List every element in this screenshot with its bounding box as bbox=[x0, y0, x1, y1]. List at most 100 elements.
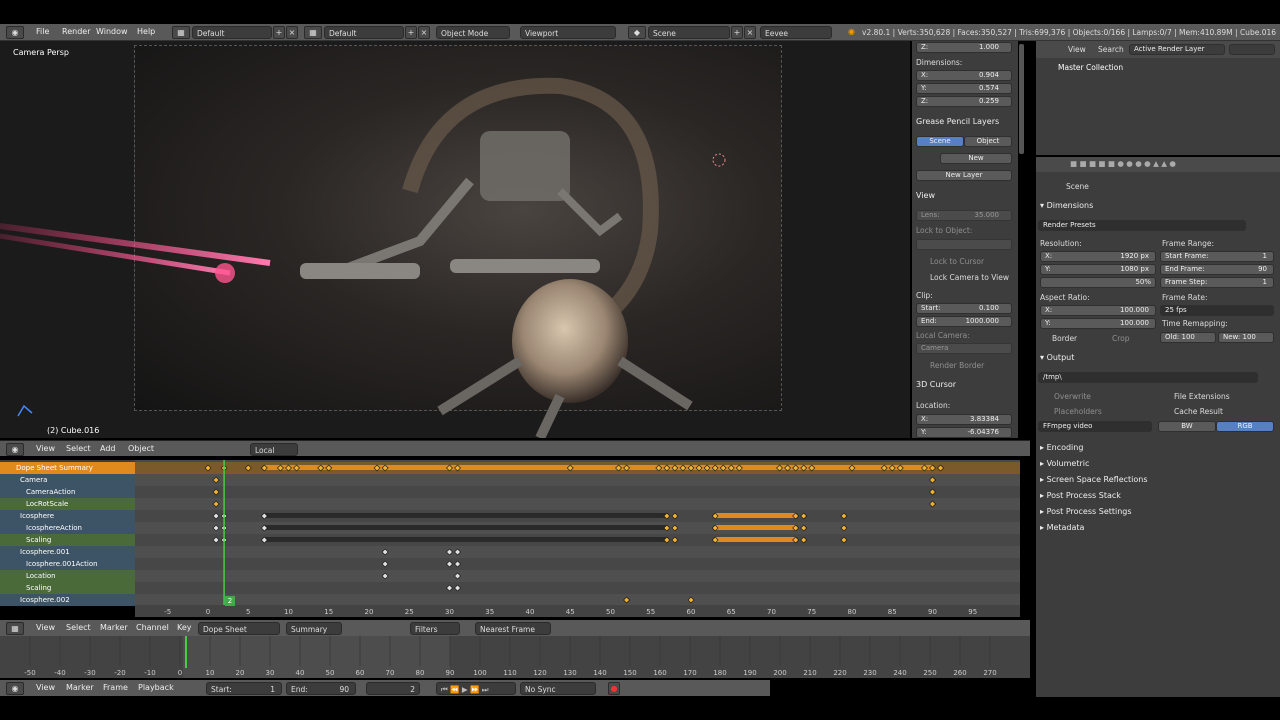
viewport-add-menu[interactable]: Add bbox=[100, 444, 116, 453]
scene-tab-button[interactable]: Scene bbox=[916, 136, 964, 147]
timeline-editor-icon[interactable]: ◉ bbox=[6, 682, 24, 695]
filters-button[interactable]: Filters bbox=[410, 622, 460, 635]
channel-row[interactable]: CameraAction bbox=[0, 486, 135, 498]
keyframe-canvas[interactable] bbox=[135, 460, 1020, 606]
current-frame-indicator[interactable]: 2 bbox=[225, 596, 235, 606]
tl-marker-menu[interactable]: Marker bbox=[66, 683, 94, 692]
lock-camera-checkbox[interactable]: Lock Camera to View bbox=[930, 273, 1018, 282]
tl-view-menu[interactable]: View bbox=[36, 683, 55, 692]
menu-window[interactable]: Window bbox=[96, 27, 128, 36]
output-section[interactable]: ▾ Output bbox=[1036, 351, 1280, 365]
cursor-x-field[interactable]: X: 3.83384 bbox=[916, 414, 1012, 425]
dim-z-field[interactable]: Z: 0.259 bbox=[916, 96, 1012, 107]
dim-x-field[interactable]: X: 0.904 bbox=[916, 70, 1012, 81]
mode-selector[interactable]: Object Mode bbox=[436, 26, 510, 39]
dim-y-field[interactable]: Y: 0.574 bbox=[916, 83, 1012, 94]
viewport-selector[interactable]: Viewport bbox=[520, 26, 616, 39]
ssr-section[interactable]: ▸ Screen Space Reflections bbox=[1036, 473, 1280, 487]
viewport-editor-icon[interactable]: ◉ bbox=[6, 443, 24, 456]
ds-channel-menu[interactable]: Channel bbox=[136, 623, 169, 632]
add-scene-icon[interactable]: + bbox=[731, 26, 743, 39]
3d-cursor-title[interactable]: 3D Cursor bbox=[916, 380, 956, 389]
fps-selector[interactable]: 25 fps bbox=[1160, 305, 1274, 316]
screen-selector[interactable]: Default bbox=[192, 26, 272, 39]
channel-row[interactable]: Dope Sheet Summary bbox=[0, 462, 135, 474]
timeline[interactable]: -50 -40 -30 -20 -10 0 10 20 30 40 50 60 70 80 90 100 110… bbox=[0, 636, 1030, 678]
start-frame-input[interactable]: Start: 1 bbox=[206, 682, 282, 695]
volumetric-section[interactable]: ▸ Volumetric bbox=[1036, 457, 1280, 471]
encoding-section[interactable]: ▸ Encoding bbox=[1036, 441, 1280, 455]
viewport-object-menu[interactable]: Object bbox=[128, 444, 154, 453]
dopesheet-editor-icon[interactable]: ▦ bbox=[6, 622, 24, 635]
editor-type-icon[interactable]: ◉ bbox=[6, 26, 24, 39]
sidebar-scrollbar[interactable] bbox=[1019, 44, 1024, 154]
tl-frame-menu[interactable]: Frame bbox=[103, 683, 128, 692]
dimensions-section[interactable]: ▾ Dimensions bbox=[1036, 199, 1280, 213]
sync-mode-selector[interactable]: No Sync bbox=[520, 682, 596, 695]
dope-sheet-keyframes[interactable] bbox=[135, 460, 1020, 606]
file-format-selector[interactable]: FFmpeg video bbox=[1038, 421, 1152, 432]
lock-cursor-checkbox[interactable]: Lock to Cursor bbox=[930, 257, 1018, 266]
menu-file[interactable]: File bbox=[36, 27, 49, 36]
channel-row[interactable]: Scaling bbox=[0, 534, 135, 546]
start-frame-field[interactable]: Start Frame: 1 bbox=[1160, 251, 1274, 262]
current-frame-input[interactable]: 2 bbox=[366, 682, 420, 695]
placeholders-checkbox[interactable]: Placeholders bbox=[1054, 407, 1102, 416]
view-panel-title[interactable]: View bbox=[916, 191, 935, 200]
snap-mode-selector[interactable]: Nearest Frame bbox=[475, 622, 551, 635]
channel-row[interactable]: Icosphere.002 bbox=[0, 594, 135, 606]
metadata-section[interactable]: ▸ Metadata bbox=[1036, 521, 1280, 535]
close-layout-icon[interactable]: × bbox=[418, 26, 430, 39]
menu-render[interactable]: Render bbox=[62, 27, 90, 36]
rgb-button[interactable]: RGB bbox=[1216, 421, 1274, 432]
border-checkbox[interactable]: Border bbox=[1052, 334, 1077, 343]
res-y-field[interactable]: Y: 1080 px bbox=[1040, 264, 1156, 275]
display-mode-selector[interactable]: Active Render Layer bbox=[1129, 44, 1225, 55]
aspect-x-field[interactable]: X: 100.000 bbox=[1040, 305, 1156, 316]
viewport-view-menu[interactable]: View bbox=[36, 444, 55, 453]
tl-playback-menu[interactable]: Playback bbox=[138, 683, 174, 692]
outliner-search-menu[interactable]: Search bbox=[1098, 45, 1124, 54]
lock-object-field[interactable] bbox=[916, 239, 1012, 250]
lens-field[interactable]: Lens: 35.000 bbox=[916, 210, 1012, 221]
viewport-select-menu[interactable]: Select bbox=[66, 444, 91, 453]
remap-new-field[interactable]: New: 100 bbox=[1218, 332, 1274, 343]
ds-mode-selector[interactable]: Dope Sheet bbox=[198, 622, 280, 635]
engine-selector[interactable]: Eevee bbox=[760, 26, 832, 39]
channel-row[interactable]: Icosphere bbox=[0, 510, 135, 522]
channel-row[interactable]: LocRotScale bbox=[0, 498, 135, 510]
playback-controls[interactable]: ⏮ ⏪ ▶ ⏩ ⏭ bbox=[436, 682, 516, 695]
remap-old-field[interactable]: Old: 100 bbox=[1160, 332, 1216, 343]
object-tab-button[interactable]: Object bbox=[964, 136, 1012, 147]
transform-orientation-selector[interactable]: Local bbox=[250, 443, 298, 456]
close-screen-icon[interactable]: × bbox=[286, 26, 298, 39]
outliner-search-input[interactable] bbox=[1229, 44, 1275, 55]
output-path-field[interactable]: /tmp\ bbox=[1038, 372, 1258, 383]
ds-key-menu[interactable]: Key bbox=[177, 623, 192, 632]
aspect-y-field[interactable]: Y: 100.000 bbox=[1040, 318, 1156, 329]
properties-tab-icons[interactable]: ■ ■ ■ ■ ■ ● ● ● ● ▲ ▲ ● bbox=[1070, 159, 1176, 168]
clip-start-field[interactable]: Start: 0.100 bbox=[916, 303, 1012, 314]
bw-button[interactable]: BW bbox=[1158, 421, 1216, 432]
local-camera-field[interactable]: Camera bbox=[916, 343, 1012, 354]
crop-checkbox[interactable]: Crop bbox=[1112, 334, 1130, 343]
screen-icon[interactable]: ▦ bbox=[172, 26, 190, 39]
render-presets-selector[interactable]: Render Presets bbox=[1038, 220, 1246, 231]
post-process-stack-section[interactable]: ▸ Post Process Stack bbox=[1036, 489, 1280, 503]
end-frame-field[interactable]: End Frame: 90 bbox=[1160, 264, 1274, 275]
channel-row[interactable]: Camera bbox=[0, 474, 135, 486]
overwrite-checkbox[interactable]: Overwrite bbox=[1054, 392, 1091, 401]
new-gp-button[interactable]: New bbox=[940, 153, 1012, 164]
channel-row[interactable]: Scaling bbox=[0, 582, 135, 594]
render-border-checkbox[interactable]: Render Border bbox=[930, 361, 1018, 370]
layout-icon[interactable]: ▦ bbox=[304, 26, 322, 39]
layout-selector[interactable]: Default bbox=[324, 26, 404, 39]
master-collection-item[interactable]: Master Collection bbox=[1058, 63, 1123, 72]
ds-select-menu[interactable]: Select bbox=[66, 623, 91, 632]
add-screen-icon[interactable]: + bbox=[273, 26, 285, 39]
3d-viewport[interactable]: Camera Persp (2) Cube.016 bbox=[0, 41, 910, 438]
channel-row[interactable]: Location bbox=[0, 570, 135, 582]
dope-sheet-ruler[interactable]: -5 0 5 10 15 20 25 30 35 40 45 50 55 60 65 70 75 80 85 90 95 bbox=[135, 605, 1020, 617]
add-layout-icon[interactable]: + bbox=[405, 26, 417, 39]
res-x-field[interactable]: X: 1920 px bbox=[1040, 251, 1156, 262]
